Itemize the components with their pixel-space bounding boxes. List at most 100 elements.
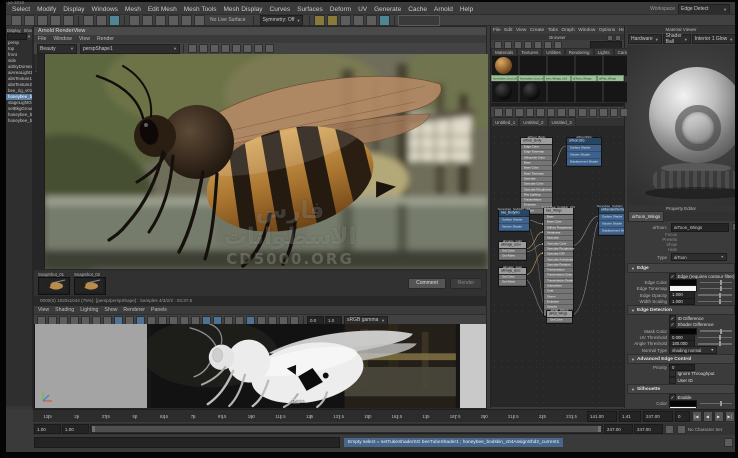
section-edge[interactable]: ▼Edge: [627, 263, 735, 273]
menu-item[interactable]: Deform: [330, 6, 351, 13]
menu-item[interactable]: Arnold: [434, 6, 453, 13]
geometry-dropdown[interactable]: Shader Ball▼: [663, 34, 691, 44]
material-swatch-button[interactable]: [732, 223, 735, 231]
section-edge-detection[interactable]: ▼Edge Detection: [627, 305, 735, 315]
script-editor-icon[interactable]: [724, 438, 733, 447]
menu-item[interactable]: Cache: [408, 6, 427, 13]
material-name-input[interactable]: aiToon_Wings: [671, 223, 729, 232]
modeling-toolkit-button[interactable]: [398, 15, 440, 26]
input-output-connections-icon[interactable]: [505, 108, 514, 117]
viewport-view[interactable]: persp: [34, 324, 486, 408]
time-slider[interactable]: 12.52537.55062.57587.5100112.5125137.515…: [33, 409, 735, 422]
render-button[interactable]: Render: [450, 278, 482, 289]
playback-end-field[interactable]: 247.00: [604, 424, 633, 434]
playback-start-field[interactable]: 1.00: [62, 424, 89, 434]
property-row[interactable]: Normal Type shading normal▼: [627, 347, 735, 353]
play-button[interactable]: ▶: [714, 411, 724, 422]
hypershade-menu-item[interactable]: Create: [530, 28, 544, 33]
symmetry-dropdown[interactable]: Symmetry: Off▼: [260, 15, 304, 26]
material-swatch[interactable]: [575, 55, 603, 77]
animation-preferences-icon[interactable]: [677, 425, 686, 434]
create-node-icon[interactable]: [578, 108, 587, 117]
node-aitoon-body[interactable]: aiToon_Body aiToon_Body Edge ColorEdge T…: [520, 137, 553, 215]
render-sequence-icon[interactable]: [366, 15, 377, 26]
menu-item[interactable]: Windows: [92, 6, 118, 13]
slider[interactable]: [700, 288, 732, 290]
renderview-menu-item[interactable]: View: [79, 36, 90, 42]
lock-camera-icon[interactable]: [199, 44, 208, 53]
node-attribute-row[interactable]: Displacement Shader: [599, 228, 624, 235]
hypershade-menu-item[interactable]: File: [493, 28, 501, 33]
current-time-field[interactable]: 141.00: [587, 411, 617, 422]
node-attribute-row[interactable]: Volume Shader: [567, 152, 601, 159]
animation-start-field[interactable]: 1.00: [34, 424, 61, 434]
viewport-menu-item[interactable]: Shading: [55, 307, 74, 313]
menu-item[interactable]: Surfaces: [297, 6, 323, 13]
menu-item[interactable]: Mesh: [125, 6, 141, 13]
node-header[interactable]: bee_BodySG: [499, 210, 529, 217]
rendered-image[interactable]: [45, 54, 488, 269]
renderer-dropdown[interactable]: Hardware▼: [628, 34, 662, 44]
hypershade-icon[interactable]: [353, 15, 364, 26]
material-preview[interactable]: [627, 45, 735, 205]
material-swatch[interactable]: [547, 55, 575, 77]
outliner-search-input[interactable]: [7, 33, 27, 40]
node-header[interactable]: aiFlat_Wings: [547, 311, 572, 318]
save-scene-icon[interactable]: [37, 15, 48, 26]
loop-field[interactable]: 0: [675, 411, 690, 422]
outliner-menu-item[interactable]: Show: [24, 28, 32, 33]
settings-gear-icon[interactable]: [265, 44, 274, 53]
node-attribute-row[interactable]: Surface Shader: [567, 145, 601, 152]
material-swatch[interactable]: [491, 81, 519, 103]
node-bee-wings[interactable]: honeybee_bodskin_v04 bee_Wings BaseBase …: [543, 207, 574, 317]
ab-compare-icon[interactable]: [243, 44, 252, 53]
snap-grid-icon[interactable]: [129, 15, 140, 26]
output-connections-icon[interactable]: [515, 108, 524, 117]
type-dropdown[interactable]: aiToon▼: [671, 253, 727, 261]
snap-view-plane-icon[interactable]: [181, 15, 192, 26]
viewport-menu-item[interactable]: Renderer: [123, 307, 145, 313]
viewport-menu-item[interactable]: Lighting: [80, 307, 98, 313]
character-set-selector[interactable]: No Character Set: [688, 427, 734, 432]
renderview-titlebar[interactable]: Arnold RenderView: [34, 27, 486, 35]
viewport-menu-item[interactable]: Show: [104, 307, 117, 313]
node-attribute-row[interactable]: Out Alpha: [499, 254, 526, 259]
command-line-input[interactable]: [34, 437, 340, 448]
slider[interactable]: [698, 301, 732, 303]
hypershade-menu-item[interactable]: View: [516, 28, 526, 33]
new-scene-icon[interactable]: [11, 15, 22, 26]
node-header[interactable]: aiImage_spec: [499, 268, 526, 275]
clear-graph-icon[interactable]: [526, 108, 535, 117]
value-field[interactable]: 1.000: [669, 298, 695, 306]
open-scene-icon[interactable]: [24, 15, 35, 26]
slider[interactable]: [700, 330, 732, 332]
animation-end-field[interactable]: 247.00: [634, 424, 663, 434]
render-current-frame-icon[interactable]: [314, 15, 325, 26]
lasso-tool-icon[interactable]: [96, 15, 107, 26]
camera-dropdown[interactable]: perspShape1▼: [80, 44, 180, 54]
aov-list-icon[interactable]: [35, 53, 37, 72]
renderview-menu-item[interactable]: File: [38, 36, 46, 42]
time-ticks[interactable]: 12.52537.55062.57587.5100112.5125137.515…: [33, 410, 586, 422]
property-row[interactable]: Tonemap ▼: [627, 407, 735, 408]
outliner-item[interactable]: honeybee_bodskin_v06: [6, 118, 32, 124]
viewport-menu-item[interactable]: Panels: [151, 307, 167, 313]
comment-button[interactable]: Comment: [408, 278, 446, 289]
frame-selection-icon[interactable]: [610, 108, 619, 117]
hypershade-menu-item[interactable]: Edit: [504, 28, 512, 33]
node-attribute-row[interactable]: Volume Shader: [499, 224, 529, 231]
color-swatch[interactable]: [669, 406, 697, 408]
isolate-selected-icon[interactable]: [232, 44, 241, 53]
workspace-dropdown[interactable]: Edge Detect▼: [678, 4, 730, 15]
undo-icon[interactable]: [50, 15, 61, 26]
environment-dropdown[interactable]: Interior 1 Glow▼: [692, 34, 735, 44]
snapshot-icon[interactable]: [188, 44, 197, 53]
node-header[interactable]: aiImage_color: [499, 242, 526, 249]
node-header[interactable]: aiToon1SG: [567, 138, 601, 145]
input-connections-icon[interactable]: [494, 108, 503, 117]
crop-icon[interactable]: [254, 44, 263, 53]
make-live-icon[interactable]: [194, 15, 205, 26]
node-header[interactable]: bee_Wings: [544, 208, 573, 215]
playback-speed-field[interactable]: 1.41: [619, 411, 641, 422]
slider[interactable]: [700, 282, 732, 284]
